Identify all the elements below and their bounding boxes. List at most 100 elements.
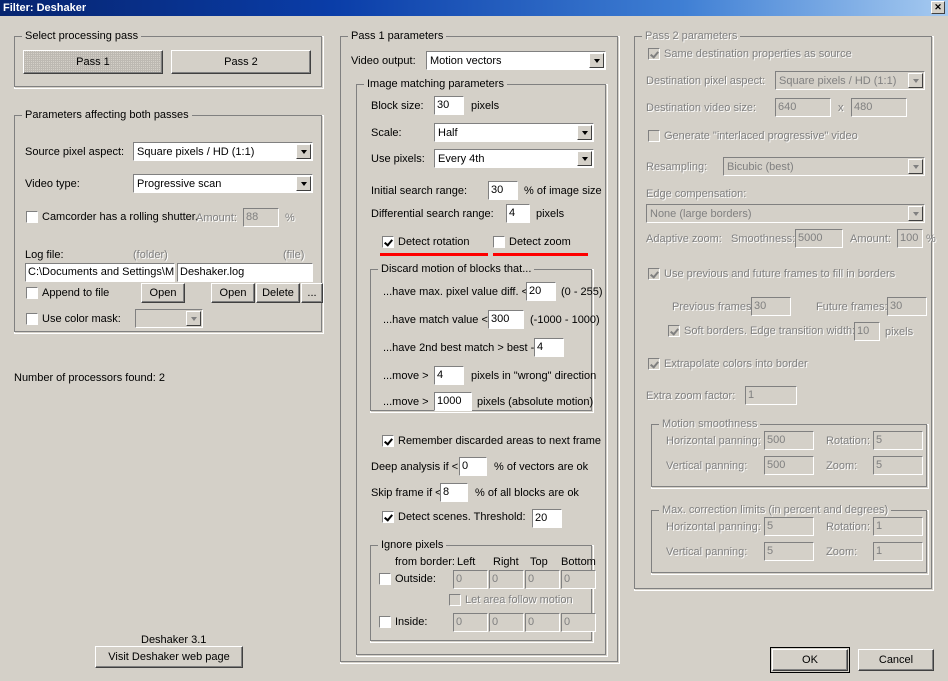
window-title: Filter: Deshaker [3,2,87,14]
group-label: Pass 2 parameters [642,30,741,42]
same-destination-checkbox[interactable]: Same destination properties as source [648,48,852,61]
mc-rotation-input[interactable]: 1 [873,517,923,536]
video-output-select[interactable]: Motion vectors [426,51,606,70]
source-pixel-aspect-value: Square pixels / HD (1:1) [137,145,255,158]
checkbox-box [382,435,395,448]
chevron-down-icon[interactable] [296,144,311,159]
match-value-input[interactable]: 300 [488,310,524,329]
ms-rotation-input[interactable]: 5 [873,431,923,450]
absolute-motion-input[interactable]: 1000 [434,392,472,411]
block-size-input[interactable]: 30 [434,96,464,115]
ok-button[interactable]: OK [770,647,850,673]
ms-vertical-panning-input[interactable]: 500 [764,456,814,475]
dest-pixel-aspect-select[interactable]: Square pixels / HD (1:1) [775,71,925,90]
checkbox-box [648,48,661,61]
match-value-range: (-1000 - 1000) [530,314,600,326]
smoothness-input[interactable]: 5000 [795,229,843,248]
max-pixel-diff-input[interactable]: 20 [526,282,556,301]
use-color-mask-checkbox[interactable]: Use color mask: [26,313,121,326]
mc-horizontal-panning-input[interactable]: 5 [764,517,814,536]
checkbox-box [379,573,392,586]
deep-analysis-input[interactable]: 0 [459,457,487,476]
interlaced-progressive-checkbox[interactable]: Generate "interlaced progressive" video [648,130,858,143]
scale-select[interactable]: Half [434,123,594,142]
ms-horizontal-panning-input[interactable]: 500 [764,431,814,450]
dest-height-input[interactable]: 480 [851,98,907,117]
rolling-amount-input[interactable]: 88 [243,208,279,227]
use-prev-future-frames-label: Use previous and future frames to fill i… [664,268,896,280]
group-label: Image matching parameters [364,78,507,90]
detect-rotation-checkbox[interactable]: Detect rotation [382,236,470,249]
initial-search-range-input[interactable]: 30 [488,181,518,200]
outside-left-input[interactable]: 0 [453,570,488,589]
chevron-down-icon[interactable] [908,206,923,221]
remember-discarded-label: Remember discarded areas to next frame [398,435,601,447]
use-pixels-select[interactable]: Every 4th [434,149,594,168]
outside-right-input[interactable]: 0 [489,570,524,589]
detect-scenes-checkbox[interactable]: Detect scenes. Threshold: [382,511,526,524]
chevron-down-icon[interactable] [589,53,604,68]
inside-top-input[interactable]: 0 [525,613,560,632]
skip-frame-input[interactable]: 8 [440,483,468,502]
chevron-down-icon[interactable] [908,73,923,88]
source-pixel-aspect-select[interactable]: Square pixels / HD (1:1) [133,142,313,161]
absolute-motion-label: ...move > [383,396,429,408]
detect-rotation-label: Detect rotation [398,236,470,248]
block-size-label: Block size: [371,100,424,112]
close-icon[interactable]: ✕ [931,1,945,14]
inside-bottom-input[interactable]: 0 [561,613,596,632]
scale-label: Scale: [371,127,402,139]
open-file-button[interactable]: Open [211,283,255,303]
group-label: Discard motion of blocks that... [378,263,535,275]
interlaced-progressive-label: Generate "interlaced progressive" video [664,130,858,142]
wrong-direction-input[interactable]: 4 [434,366,464,385]
chevron-down-icon[interactable] [577,125,592,140]
amount-input[interactable]: 100 [897,229,923,248]
outside-checkbox[interactable]: Outside: [379,573,436,586]
previous-frames-input[interactable]: 30 [751,297,791,316]
differential-search-range-input[interactable]: 4 [506,204,530,223]
chevron-down-icon[interactable] [296,176,311,191]
ms-zoom-input[interactable]: 5 [873,456,923,475]
color-mask-select[interactable] [135,309,203,328]
chevron-down-icon[interactable] [186,311,201,326]
extra-zoom-factor-input[interactable]: 1 [745,386,797,405]
soft-borders-width-input[interactable]: 10 [854,322,880,341]
dest-width-input[interactable]: 640 [775,98,831,117]
use-prev-future-frames-checkbox[interactable]: Use previous and future frames to fill i… [648,268,896,281]
browse-file-button[interactable]: ... [301,283,323,303]
chevron-down-icon[interactable] [908,159,923,174]
edge-compensation-select[interactable]: None (large borders) [646,204,925,223]
inside-left-input[interactable]: 0 [453,613,488,632]
inside-right-input[interactable]: 0 [489,613,524,632]
visit-web-page-button[interactable]: Visit Deshaker web page [95,646,243,668]
resampling-select[interactable]: Bicubic (best) [723,157,925,176]
ms-zoom-label: Zoom: [826,460,858,472]
second-best-match-input[interactable]: 4 [534,338,564,357]
soft-borders-checkbox[interactable]: Soft borders. Edge transition width: [668,325,855,338]
future-frames-input[interactable]: 30 [887,297,927,316]
video-type-select[interactable]: Progressive scan [133,174,313,193]
outside-top-input[interactable]: 0 [525,570,560,589]
log-folder-input[interactable]: C:\Documents and Settings\M [25,263,175,282]
cancel-button[interactable]: Cancel [858,649,934,671]
outside-bottom-input[interactable]: 0 [561,570,596,589]
mc-zoom-input[interactable]: 1 [873,542,923,561]
rolling-shutter-checkbox[interactable]: Camcorder has a rolling shutter. [26,211,198,224]
chevron-down-icon[interactable] [577,151,592,166]
open-folder-button[interactable]: Open [141,283,185,303]
delete-file-button[interactable]: Delete [256,283,300,303]
extrapolate-colors-checkbox[interactable]: Extrapolate colors into border [648,358,808,371]
remember-discarded-checkbox[interactable]: Remember discarded areas to next frame [382,435,601,448]
detect-rotation-highlight [380,253,488,256]
pass1-button[interactable]: Pass 1 [23,50,163,74]
log-file-input[interactable]: Deshaker.log [177,263,313,282]
detect-scenes-threshold-input[interactable]: 20 [532,509,562,528]
pass2-button[interactable]: Pass 2 [171,50,311,74]
inside-checkbox[interactable]: Inside: [379,616,427,629]
append-to-file-checkbox[interactable]: Append to file [26,287,109,300]
checkbox-box [379,616,392,629]
detect-zoom-checkbox[interactable]: Detect zoom [493,236,571,249]
follow-motion-checkbox[interactable]: Let area follow motion [449,594,573,607]
mc-vertical-panning-input[interactable]: 5 [764,542,814,561]
